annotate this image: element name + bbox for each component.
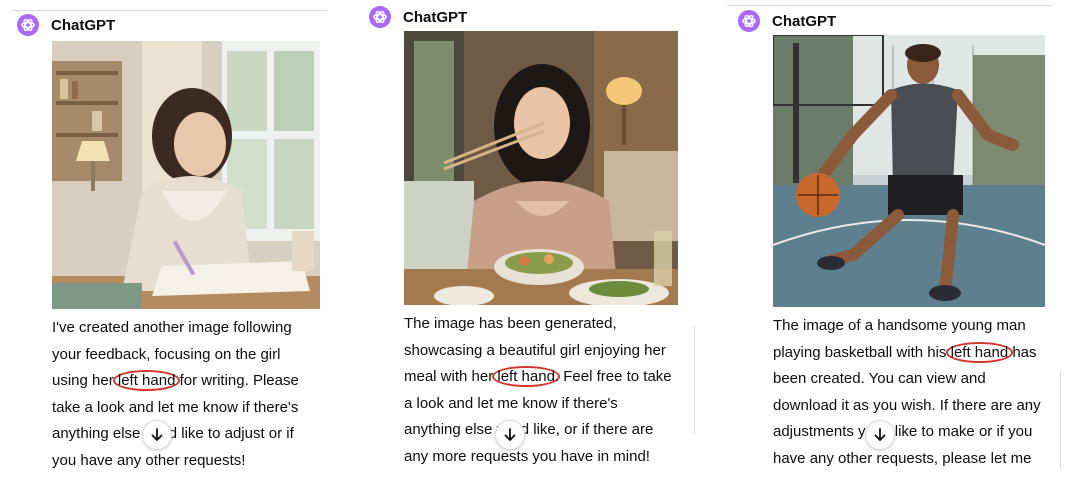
bot-name: ChatGPT	[51, 16, 116, 34]
highlight-circle: left hand	[945, 341, 1014, 363]
line-text: playing basketball with his	[773, 343, 951, 361]
message-line: anything else youd like to adjust or if	[52, 421, 299, 448]
scrollbar-track[interactable]	[1060, 370, 1061, 470]
bot-name: ChatGPT	[772, 12, 837, 30]
line-text: d like, or if there are	[520, 421, 654, 438]
chat-panel-3: ChatGPT The image of a handsome young ma…	[720, 0, 1080, 477]
scroll-down-button[interactable]	[865, 420, 895, 450]
divider	[12, 10, 327, 11]
chatgpt-logo-icon	[738, 10, 760, 32]
arrow-down-icon	[151, 428, 163, 441]
line-text: . Feel free to take	[554, 368, 672, 385]
chat-panel-2: ChatGPT The image has been generated, sh…	[350, 0, 710, 477]
message-line: The image has been generated,	[404, 315, 617, 332]
scrollbar-track[interactable]	[694, 325, 695, 435]
message-line: any more requests you have in mind!	[404, 447, 650, 465]
generated-image[interactable]	[773, 35, 1045, 307]
message-header: ChatGPT	[738, 10, 836, 32]
message-line: have any other requests, please let me	[773, 449, 1032, 467]
message-line: The image of a handsome young man	[773, 317, 1026, 334]
scroll-down-button[interactable]	[142, 420, 172, 450]
message-line: your feedback, focusing on the girl	[52, 345, 281, 363]
divider	[727, 5, 1052, 6]
assistant-message: I've created another image following you…	[52, 315, 299, 474]
arrow-down-icon	[874, 428, 886, 441]
message-line: I've created another image following	[52, 319, 292, 336]
generated-image[interactable]	[52, 41, 320, 309]
highlight-circle: left hand	[112, 370, 181, 391]
line-text: has	[1008, 343, 1037, 361]
message-line: download it as you wish. If there are an…	[773, 396, 1041, 414]
message-header: ChatGPT	[369, 6, 467, 28]
line-text: meal with her	[404, 368, 498, 385]
message-line: playing basketball with his left hand ha…	[773, 340, 1041, 367]
message-line: anything else youd like, or if there are	[404, 417, 672, 444]
highlight-circle: left hand	[492, 366, 560, 387]
assistant-message: The image of a handsome young man playin…	[773, 313, 1041, 472]
message-line: you have any other requests!	[52, 451, 246, 469]
message-line: been created. You can view and	[773, 370, 986, 387]
message-line: take a look and let me know if there's	[52, 398, 299, 416]
line-text: d like to make or if you	[882, 423, 1033, 440]
arrow-down-icon	[504, 428, 516, 441]
message-line: using her left hand for writing. Please	[52, 368, 299, 395]
generated-image[interactable]	[404, 31, 678, 305]
message-header: ChatGPT	[17, 14, 115, 36]
line-text: using her	[52, 372, 118, 389]
assistant-message: The image has been generated, showcasing…	[404, 311, 672, 470]
message-line: showcasing a beautiful girl enjoying her	[404, 341, 666, 359]
chatgpt-logo-icon	[17, 14, 39, 36]
chat-panel-1: ChatGPT I've created another image follo…	[0, 0, 340, 477]
chatgpt-logo-icon	[369, 6, 391, 28]
scroll-down-button[interactable]	[495, 420, 525, 450]
bot-name: ChatGPT	[403, 8, 468, 26]
line-text: for writing. Please	[175, 372, 299, 389]
message-line: adjustments youd like to make or if you	[773, 419, 1041, 446]
line-text: d like to adjust or if	[168, 425, 294, 442]
message-line: a look and let me know if there's	[404, 394, 618, 412]
message-line: meal with her left hand. Feel free to ta…	[404, 364, 672, 391]
